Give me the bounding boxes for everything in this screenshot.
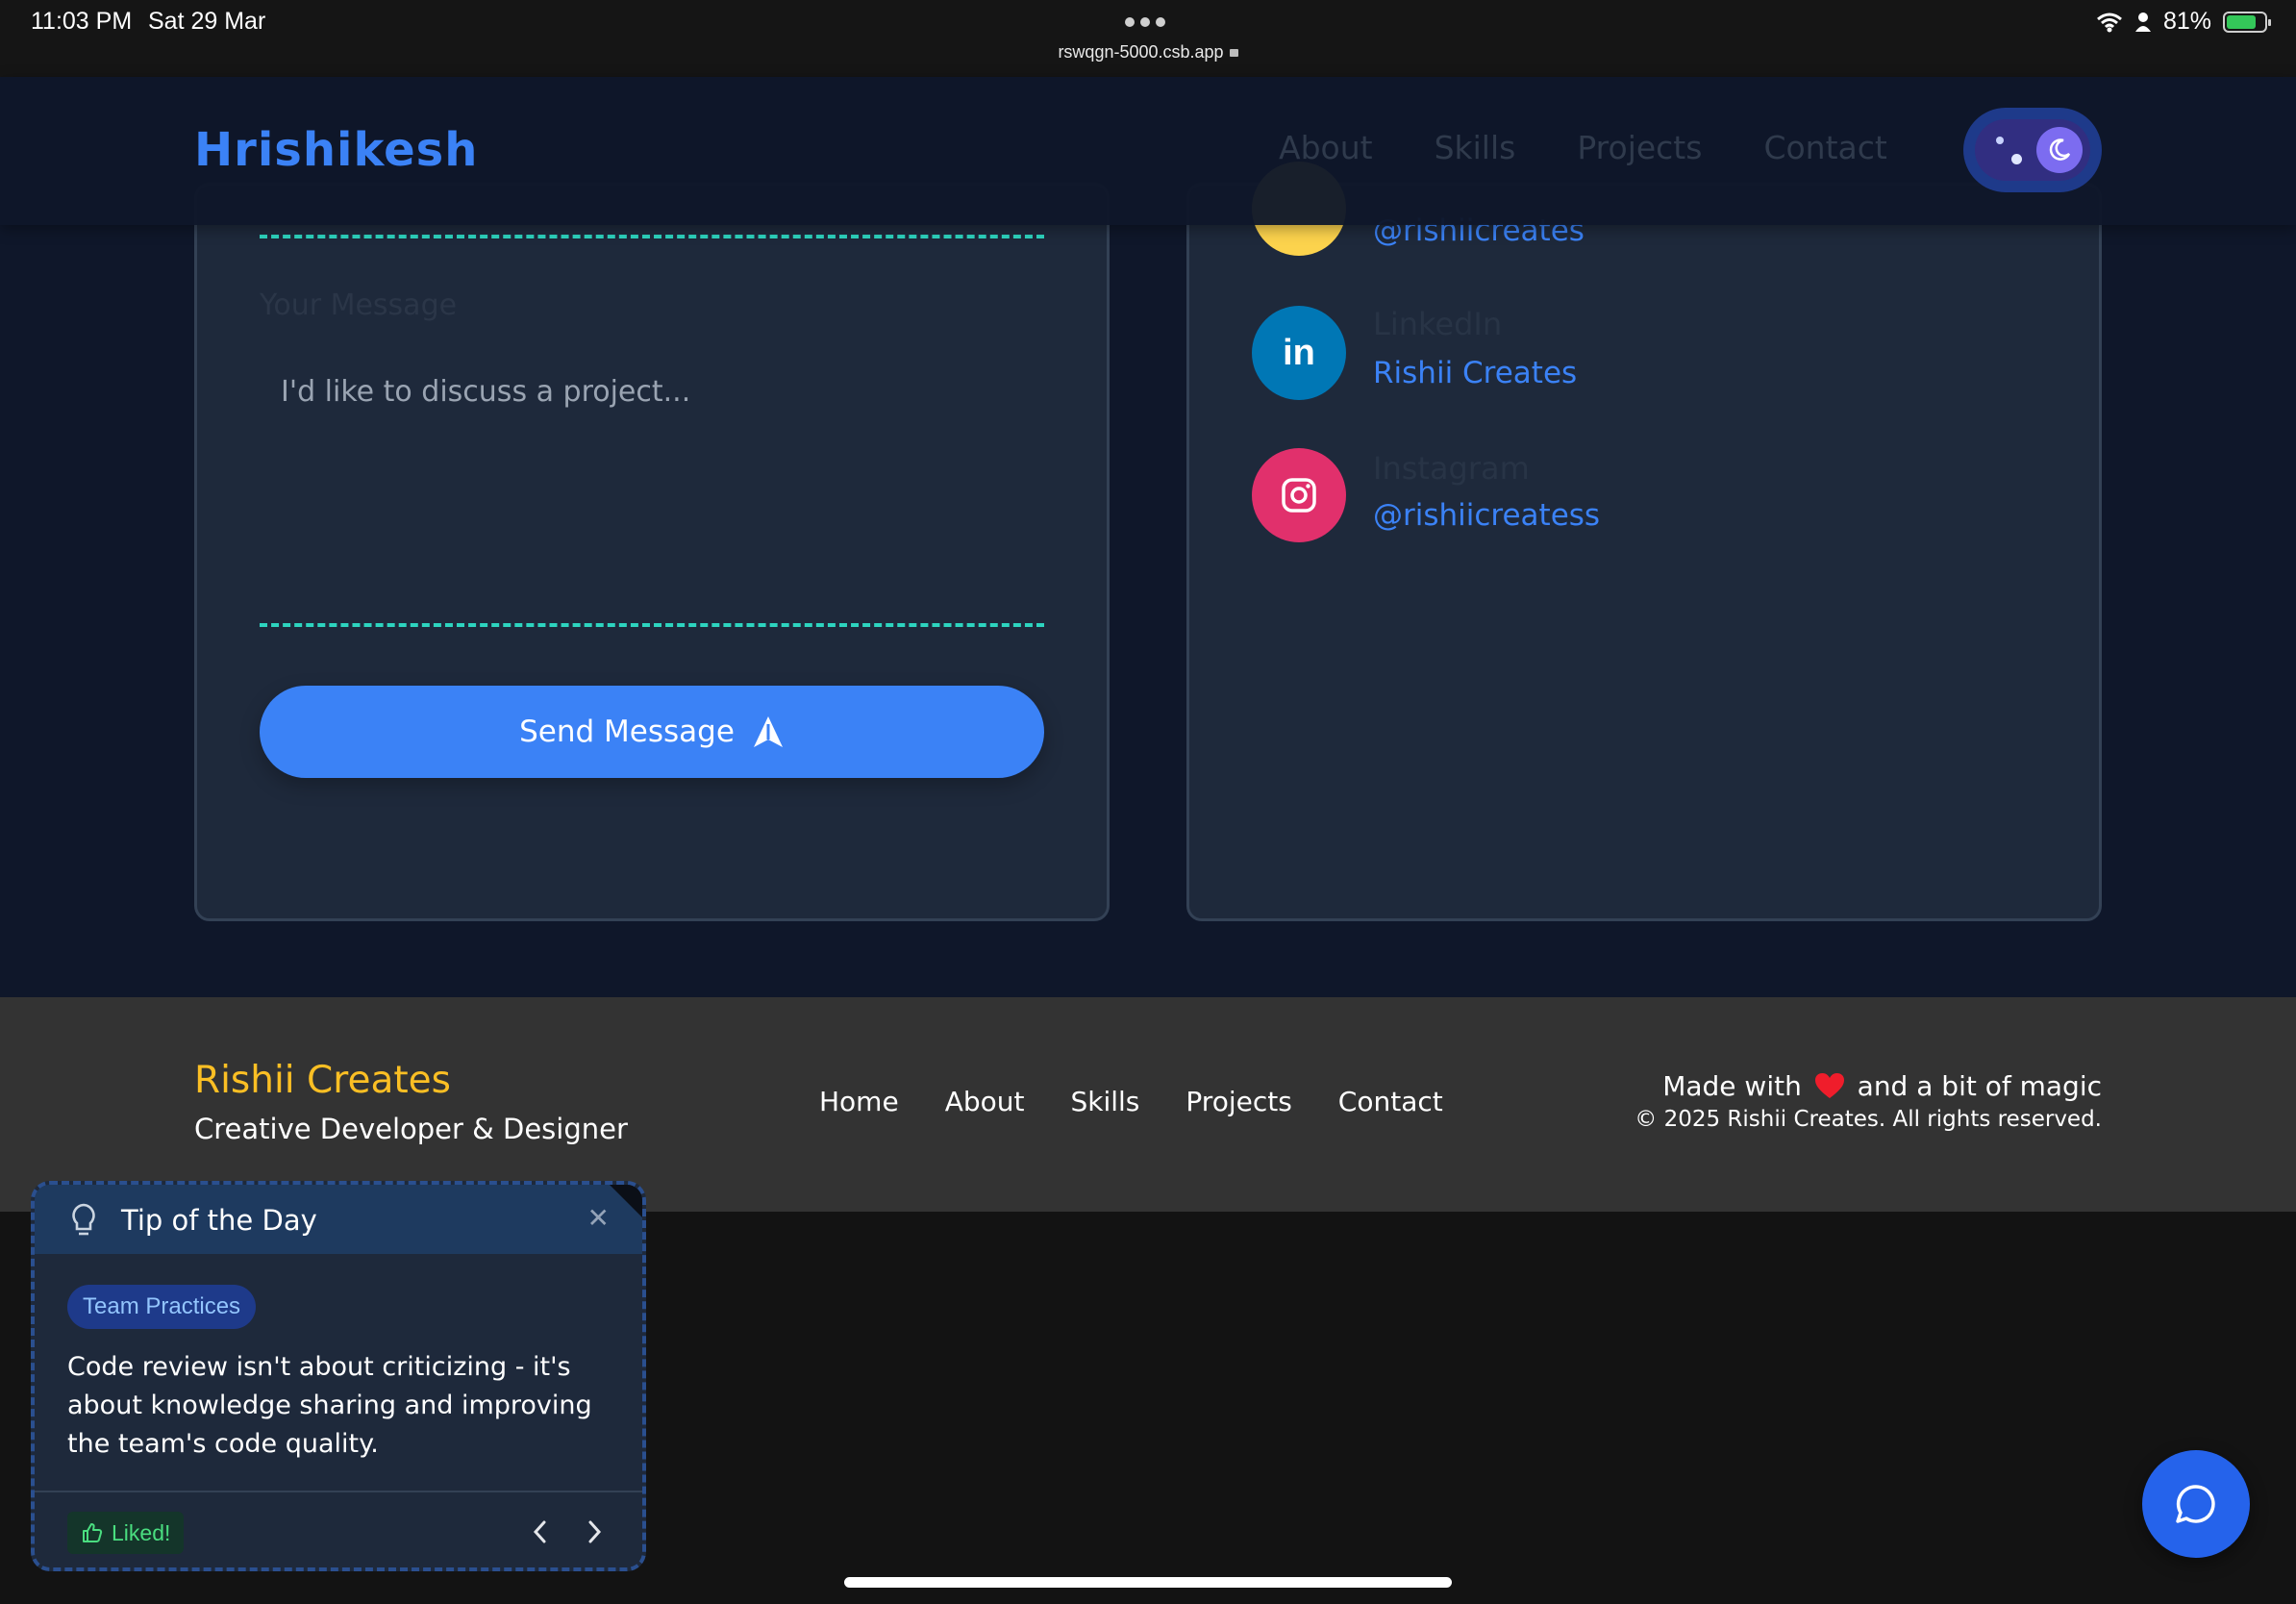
message-underline bbox=[260, 623, 1044, 627]
divider bbox=[35, 1491, 642, 1492]
footer-tagline: Creative Developer & Designer bbox=[194, 1113, 628, 1145]
site-logo[interactable]: Hrishikesh bbox=[194, 123, 478, 177]
send-message-button[interactable]: Send Message bbox=[260, 686, 1044, 778]
wifi-icon bbox=[2096, 13, 2122, 32]
instagram-handle[interactable]: @rishiicreatess bbox=[1373, 498, 1600, 533]
footer-link-home[interactable]: Home bbox=[819, 1086, 899, 1117]
star-icon bbox=[1996, 137, 2004, 144]
linkedin-icon[interactable]: in bbox=[1252, 306, 1346, 400]
footer-brand: Rishii Creates bbox=[194, 1059, 451, 1102]
input-underline bbox=[260, 235, 1044, 238]
instagram-icon[interactable] bbox=[1252, 448, 1346, 542]
made-with-suffix: and a bit of magic bbox=[1857, 1070, 2102, 1102]
made-with-text: Made with and a bit of magic bbox=[1662, 1070, 2102, 1102]
copyright: © 2025 Rishii Creates. All rights reserv… bbox=[1635, 1107, 2102, 1132]
nav-link-about[interactable]: About bbox=[1279, 129, 1373, 166]
nav-link-skills[interactable]: Skills bbox=[1435, 129, 1516, 166]
status-bar: 11:03 PM Sat 29 Mar rswqgn-5000.csb.app … bbox=[0, 0, 2296, 77]
like-button[interactable]: Liked! bbox=[67, 1512, 185, 1554]
nav-link-projects[interactable]: Projects bbox=[1577, 129, 1702, 166]
nav-links: About Skills Projects Contact bbox=[1279, 129, 1887, 166]
chevron-left-icon[interactable] bbox=[529, 1517, 552, 1546]
footer-link-projects[interactable]: Projects bbox=[1185, 1086, 1291, 1117]
liked-label: Liked! bbox=[112, 1519, 171, 1545]
message-input[interactable] bbox=[260, 344, 1044, 623]
footer-link-skills[interactable]: Skills bbox=[1070, 1086, 1139, 1117]
linkedin-handle[interactable]: Rishii Creates bbox=[1373, 356, 1577, 390]
status-date: Sat 29 Mar bbox=[148, 8, 266, 35]
contact-info-card bbox=[1186, 183, 2102, 921]
status-time: 11:03 PM bbox=[31, 8, 133, 35]
home-indicator bbox=[844, 1577, 1452, 1588]
chat-bubble-icon bbox=[2176, 1485, 2215, 1523]
made-with-prefix: Made with bbox=[1662, 1070, 1802, 1102]
thumbs-up-icon bbox=[83, 1523, 103, 1542]
battery-percent: 81% bbox=[2162, 8, 2211, 35]
multitask-dots-icon[interactable] bbox=[1125, 17, 1165, 27]
footer-link-contact[interactable]: Contact bbox=[1338, 1086, 1443, 1117]
tip-header: Tip of the Day ✕ bbox=[35, 1185, 642, 1254]
footer-link-about[interactable]: About bbox=[945, 1086, 1025, 1117]
instagram-name: Instagram bbox=[1373, 450, 1530, 487]
send-label: Send Message bbox=[519, 714, 735, 749]
footer-links: Home About Skills Projects Contact bbox=[819, 1086, 1443, 1117]
url-display[interactable]: rswqgn-5000.csb.app bbox=[0, 42, 2296, 63]
nav-link-contact[interactable]: Contact bbox=[1763, 129, 1886, 166]
corner-fold bbox=[610, 1185, 642, 1217]
person-icon bbox=[2134, 12, 2151, 32]
tip-text: Code review isn't about criticizing - it… bbox=[67, 1352, 592, 1459]
close-icon[interactable]: ✕ bbox=[587, 1202, 610, 1234]
url-text: rswqgn-5000.csb.app bbox=[1058, 42, 1224, 62]
lock-icon bbox=[1229, 49, 1238, 57]
message-label: Your Message bbox=[260, 288, 458, 322]
tip-of-the-day-panel: Tip of the Day ✕ Team Practices Code rev… bbox=[31, 1181, 646, 1571]
tip-category-badge: Team Practices bbox=[67, 1285, 257, 1329]
lightbulb-icon bbox=[72, 1203, 95, 1236]
star-icon bbox=[2011, 154, 2022, 164]
moon-icon bbox=[2036, 127, 2083, 173]
chat-button[interactable] bbox=[2142, 1450, 2250, 1558]
battery-icon bbox=[2223, 11, 2271, 33]
footer: Rishii Creates Creative Developer & Desi… bbox=[0, 997, 2296, 1212]
send-arrow-icon bbox=[753, 716, 783, 747]
theme-toggle[interactable] bbox=[1963, 108, 2102, 192]
navbar: Hrishikesh About Skills Projects Contact bbox=[0, 77, 2296, 225]
heart-icon bbox=[1814, 1073, 1844, 1098]
status-indicators: 81% bbox=[2096, 8, 2271, 36]
linkedin-name: LinkedIn bbox=[1373, 306, 1503, 342]
tip-title: Tip of the Day bbox=[121, 1204, 317, 1237]
chevron-right-icon[interactable] bbox=[583, 1517, 606, 1546]
